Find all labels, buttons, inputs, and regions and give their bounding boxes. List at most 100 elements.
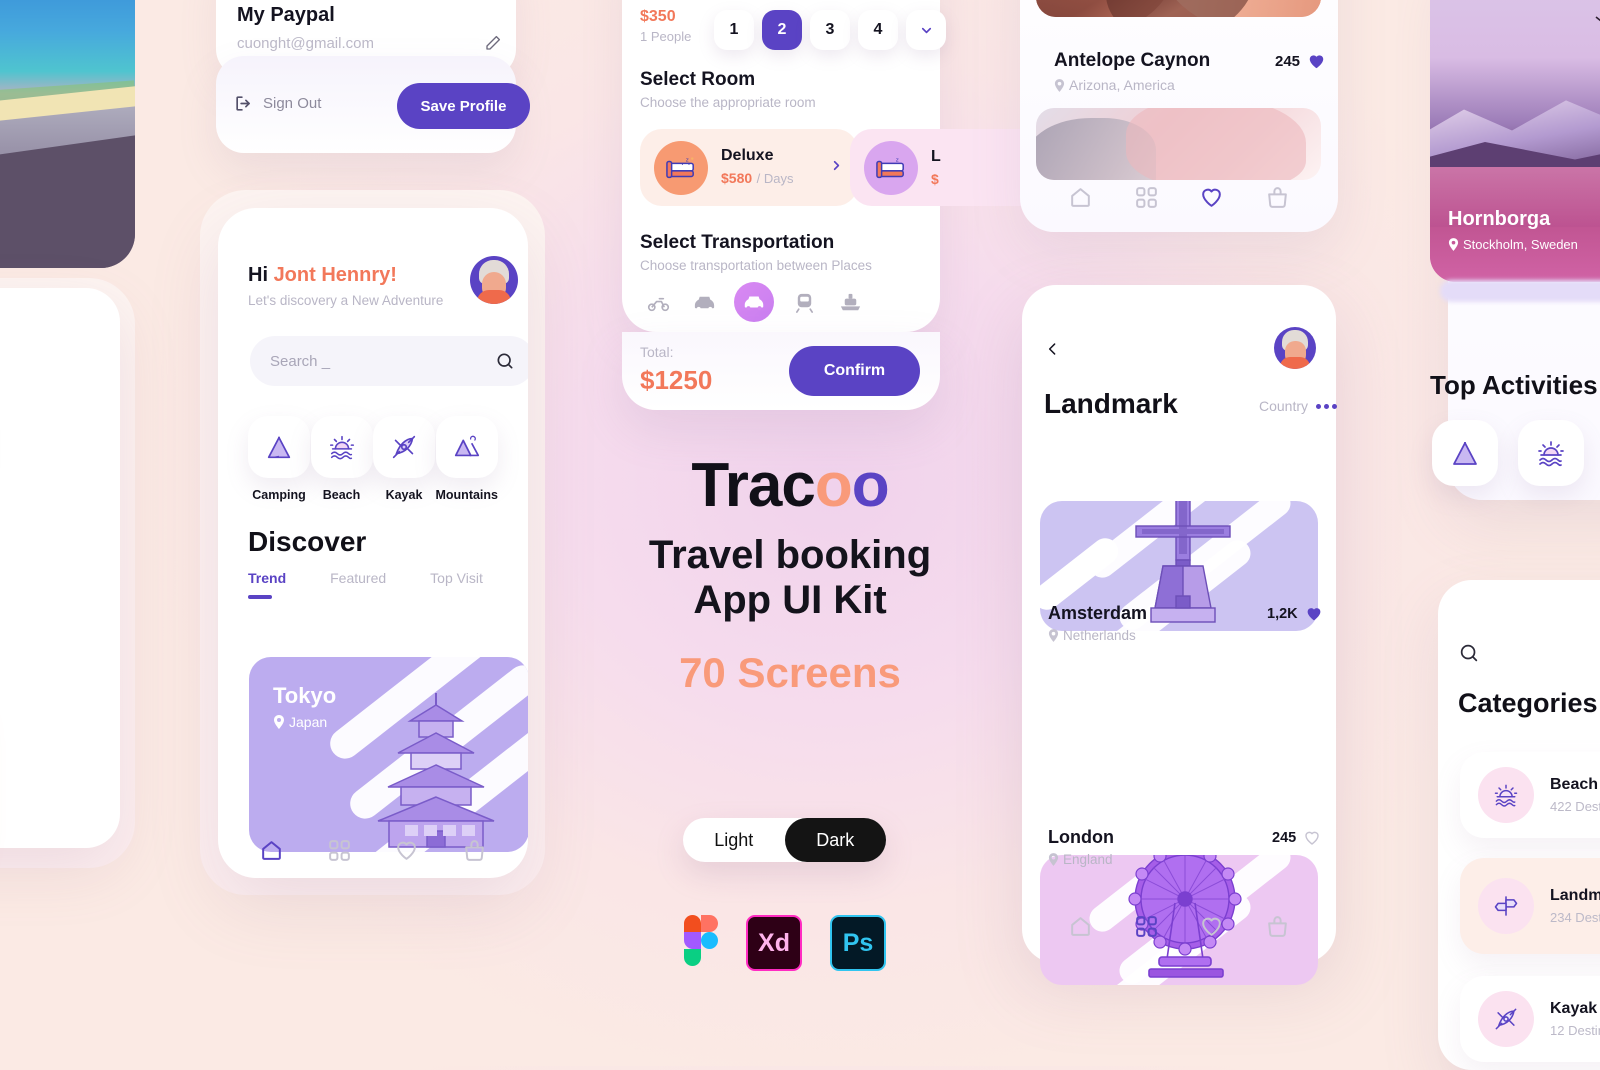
heart-icon[interactable] [1199, 914, 1224, 939]
count-option-3[interactable]: 3 [810, 10, 850, 50]
avatar[interactable] [1274, 327, 1316, 369]
chevron-right-icon[interactable] [829, 158, 844, 178]
pencil-icon[interactable] [484, 34, 502, 57]
pagoda-icon [377, 693, 495, 848]
home-panel-plate: Hi Jont Hennry! Let's discovery a New Ad… [200, 190, 545, 895]
chevron-down-icon[interactable] [906, 10, 946, 50]
total-value: $1250 [640, 365, 713, 395]
country-filter[interactable]: Country [1259, 398, 1338, 414]
booking-people: 1 People [640, 29, 692, 44]
activity-kayak[interactable]: Kayak [373, 416, 435, 502]
car-icon[interactable] [734, 282, 774, 322]
landmark-city-london: London [1048, 827, 1114, 847]
room-price: $580 [721, 170, 753, 186]
heart-filled-icon [1309, 55, 1324, 69]
landmark-likes-london[interactable]: 245 [1272, 829, 1321, 847]
more-dots-icon[interactable] [1316, 403, 1338, 409]
theme-toggle[interactable]: Light Dark [683, 818, 886, 862]
bed-icon: z [666, 156, 694, 178]
back-button[interactable] [1044, 337, 1061, 366]
featured-city: Tokyo [273, 683, 337, 708]
theme-toggle-light[interactable]: Light [683, 818, 785, 862]
hero-title-block: Tracoo Travel booking App UI Kit 70 Scre… [600, 455, 980, 697]
avatar[interactable] [470, 256, 518, 304]
category-beach[interactable]: Beach 422 Dest [1460, 752, 1600, 838]
count-option-1[interactable]: 1 [714, 10, 754, 50]
landmark-panel: Landmark Country Amsterdam Netherlands 1… [1022, 285, 1338, 985]
sunset-wave-icon [1478, 767, 1534, 823]
grid-icon[interactable] [1134, 185, 1159, 210]
pin-icon [274, 715, 284, 729]
activity-camping[interactable]: Camping [248, 416, 310, 502]
hornborga-image[interactable]: Hornborga Stockholm, Sweden [1430, 0, 1600, 282]
category-label: Beach [1550, 776, 1599, 793]
grid-icon[interactable] [1134, 914, 1159, 939]
category-kayak[interactable]: Kayak 12 Destin [1460, 976, 1600, 1062]
bed-icon-container: z [654, 140, 708, 195]
select-transport-title: Select Transportation [640, 232, 835, 253]
paypal-panel: My Paypal cuonght@gmail.com Sign Out Sav… [200, 0, 545, 155]
ship-icon[interactable] [834, 286, 866, 318]
booking-panel: $350 1 People 1 2 3 4 Select Room Choose… [622, 0, 1068, 410]
greeting-tagline: Let's discovery a New Adventure [248, 293, 444, 308]
brand-wordmark: Tracoo [600, 455, 980, 517]
heart-icon[interactable] [394, 838, 419, 863]
top-activities-list [1432, 420, 1584, 486]
bottom-nav [1048, 176, 1310, 218]
likes-count: 1,2K [1267, 606, 1298, 622]
room-card-deluxe[interactable]: z Deluxe $580 / Days [640, 129, 858, 206]
bag-icon[interactable] [462, 838, 487, 863]
landmark-country-amsterdam: Netherlands [1048, 628, 1136, 643]
greeting-prefix: Hi [248, 264, 274, 286]
country-filter-label: Country [1259, 398, 1309, 414]
heart-icon[interactable] [1199, 185, 1224, 210]
taxi-icon[interactable] [688, 286, 720, 318]
search-input[interactable]: Search _ [250, 336, 528, 386]
activity-label: Camping [252, 488, 306, 502]
category-count: 234 Dest [1550, 910, 1600, 925]
hornborga-location: Stockholm, Sweden [1448, 237, 1578, 252]
search-icon[interactable] [1458, 642, 1480, 669]
category-count: 422 Dest [1550, 799, 1600, 814]
activity-beach[interactable]: Beach [310, 416, 373, 502]
chevron-left-icon [1048, 343, 1056, 355]
search-icon [497, 353, 513, 369]
antelope-second-image [1036, 108, 1321, 180]
category-count: 12 Destin [1550, 1023, 1600, 1038]
pin-icon [1048, 629, 1059, 642]
svg-text:z: z [686, 157, 689, 163]
tab-topvisit[interactable]: Top Visit [430, 570, 483, 599]
save-profile-button[interactable]: Save Profile [397, 83, 530, 129]
sign-out-icon [236, 96, 250, 111]
activity-mountains[interactable]: Mountains [435, 416, 498, 502]
sunset-wave-icon[interactable] [1518, 420, 1584, 486]
sign-out-button[interactable]: Sign Out [234, 94, 321, 113]
tab-featured[interactable]: Featured [330, 570, 386, 599]
left-booking-panel: ooking orga olm, Sweden 09 july To: 12 j… [0, 278, 135, 868]
bag-icon[interactable] [1265, 185, 1290, 210]
antelope-title: Antelope Caynon [1054, 50, 1211, 71]
grid-icon[interactable] [327, 838, 352, 863]
scenic-road-image [0, 0, 135, 268]
category-landmark[interactable]: Landm 234 Dest [1460, 858, 1600, 954]
motorbike-icon[interactable] [642, 286, 674, 318]
transport-list [642, 282, 866, 322]
landmark-likes-amsterdam[interactable]: 1,2K [1267, 605, 1323, 623]
confirm-button[interactable]: Confirm [789, 346, 920, 396]
tent-icon[interactable] [1432, 420, 1498, 486]
tab-trend[interactable]: Trend [248, 570, 286, 599]
activity-label: Beach [322, 488, 361, 502]
featured-destination-card[interactable]: Tokyo Japan [249, 657, 528, 852]
home-icon[interactable] [1068, 914, 1093, 939]
train-icon[interactable] [788, 286, 820, 318]
paypal-email[interactable]: cuonght@gmail.com [237, 35, 374, 52]
landmark-city-amsterdam: Amsterdam [1048, 603, 1148, 623]
home-icon[interactable] [1068, 185, 1093, 210]
brand-text: Trac [691, 451, 816, 520]
hornborga-panel: Hornborga Stockholm, Sweden Top Activiti… [1418, 0, 1600, 500]
theme-toggle-dark[interactable]: Dark [784, 818, 886, 862]
home-icon[interactable] [259, 838, 284, 863]
count-option-4[interactable]: 4 [858, 10, 898, 50]
bag-icon[interactable] [1265, 914, 1290, 939]
count-option-2[interactable]: 2 [762, 10, 802, 50]
